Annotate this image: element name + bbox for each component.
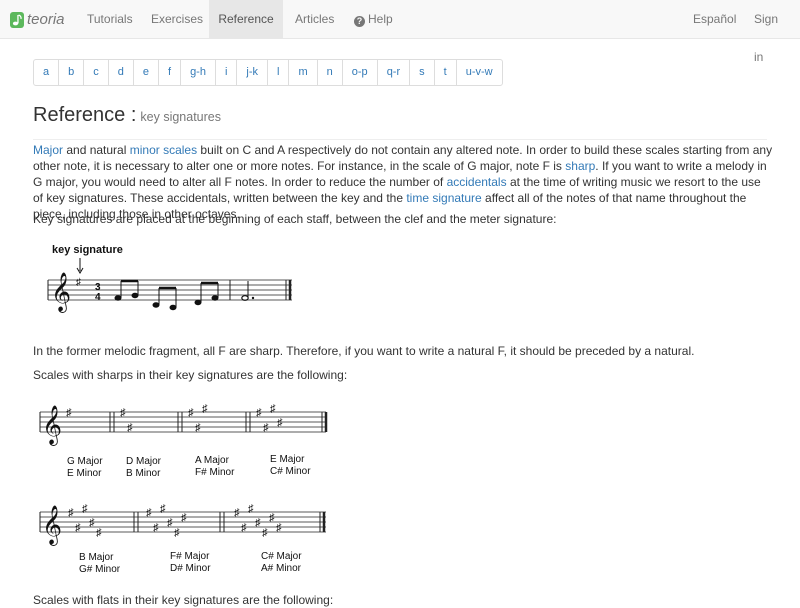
- svg-text:♯: ♯: [248, 503, 254, 515]
- scale-label-major: A Major: [195, 455, 230, 466]
- time-signature-bottom: 4: [95, 292, 101, 303]
- svg-text:♯: ♯: [127, 422, 133, 434]
- svg-text:♯: ♯: [188, 407, 194, 419]
- treble-clef-icon: 𝄞: [42, 406, 62, 446]
- svg-text:♯: ♯: [255, 517, 261, 529]
- scale-label-minor: B Minor: [126, 468, 161, 479]
- flats-intro-paragraph: Scales with flats in their key signature…: [33, 593, 334, 607]
- former-fragment-paragraph: In the former melodic fragment, all F ar…: [33, 344, 695, 358]
- link-major[interactable]: Major: [33, 143, 63, 157]
- svg-text:♯: ♯: [96, 527, 102, 539]
- pager-letter-i[interactable]: i: [214, 60, 236, 85]
- svg-text:♯: ♯: [270, 403, 276, 415]
- pager-letter-u-v-w[interactable]: u-v-w: [455, 60, 502, 85]
- scale-label-minor: A# Minor: [261, 563, 302, 574]
- svg-text:♯: ♯: [89, 517, 95, 529]
- svg-text:♯: ♯: [66, 407, 72, 419]
- sharp-key-signatures-row-2: 𝄞 ♯♯♯♯♯ ♯♯♯♯♯♯ ♯♯♯♯♯♯♯ B Major G# Minor …: [39, 503, 326, 575]
- scale-label-major: F# Major: [170, 551, 210, 562]
- music-note-logo-icon: [10, 11, 24, 28]
- svg-text:♯: ♯: [256, 407, 262, 419]
- pager-letter-c[interactable]: c: [83, 60, 108, 85]
- question-circle-icon: ?: [354, 16, 365, 27]
- svg-text:♯: ♯: [153, 522, 159, 534]
- svg-text:♯: ♯: [241, 522, 247, 534]
- svg-text:♯: ♯: [146, 507, 152, 519]
- svg-text:♯: ♯: [181, 512, 187, 524]
- treble-clef-icon: 𝄞: [51, 273, 71, 313]
- scale-label-major: G Major: [67, 456, 103, 467]
- pager-letter-o-p[interactable]: o-p: [341, 60, 377, 85]
- svg-text:♯: ♯: [202, 403, 208, 415]
- nav-language[interactable]: Español: [680, 0, 749, 38]
- link-accidentals[interactable]: accidentals: [447, 175, 507, 189]
- sharp-key-signatures-row-1: 𝄞 ♯ ♯♯ ♯♯♯ ♯♯♯♯ G Major E Minor D Major …: [39, 403, 328, 479]
- svg-text:♯: ♯: [262, 527, 268, 539]
- intro-paragraph: Major and natural minor scales built on …: [33, 143, 773, 221]
- treble-clef-icon: 𝄞: [42, 506, 62, 546]
- nav-tutorials[interactable]: Tutorials: [74, 0, 146, 38]
- top-navbar: teoria Tutorials Exercises Reference Art…: [0, 0, 800, 64]
- key-signature-example-image: key signature 𝄞 ♯ 3 4: [47, 244, 292, 313]
- pager-letter-t[interactable]: t: [433, 60, 456, 85]
- title-divider: [33, 139, 767, 140]
- svg-text:♯: ♯: [234, 507, 240, 519]
- page-title: Reference : key signatures: [33, 104, 221, 127]
- scale-label-minor: C# Minor: [270, 466, 311, 477]
- nav-help-label: Help: [368, 12, 393, 26]
- nav-exercises[interactable]: Exercises: [138, 0, 216, 38]
- nav-reference[interactable]: Reference: [209, 0, 283, 38]
- pager-letter-f[interactable]: f: [158, 60, 180, 85]
- svg-text:♯: ♯: [263, 422, 269, 434]
- pager-letter-s[interactable]: s: [409, 60, 434, 85]
- svg-text:♯: ♯: [195, 422, 201, 434]
- pager-letter-q-r[interactable]: q-r: [376, 60, 409, 85]
- sharps-intro-paragraph: Scales with sharps in their key signatur…: [33, 368, 348, 382]
- scale-label-minor: D# Minor: [170, 563, 211, 574]
- nav-help[interactable]: ? Help: [341, 0, 406, 38]
- scale-label-minor: F# Minor: [195, 467, 235, 478]
- page-subtitle: key signatures: [140, 110, 221, 124]
- svg-text:♯: ♯: [277, 417, 283, 429]
- scale-label-major: D Major: [126, 456, 162, 467]
- key-signature-label: key signature: [52, 244, 123, 256]
- scale-label-major: C# Major: [261, 551, 302, 562]
- svg-text:♯: ♯: [276, 522, 282, 534]
- scale-label-major: B Major: [79, 552, 114, 563]
- sharp-signs: ♯♯♯♯♯ ♯♯♯♯♯♯ ♯♯♯♯♯♯♯: [68, 503, 282, 539]
- placement-paragraph: Key signatures are placed at the beginni…: [33, 212, 557, 226]
- svg-text:♯: ♯: [174, 527, 180, 539]
- page-title-text: Reference :: [33, 104, 137, 126]
- letter-index-pager: a b c d e f g-h i j-k l m n o-p q-r s t …: [33, 59, 503, 86]
- scale-label-major: E Major: [270, 454, 305, 465]
- nav-signin[interactable]: Sign in: [741, 0, 800, 64]
- pager-letter-n[interactable]: n: [316, 60, 342, 85]
- pager-letter-j-k[interactable]: j-k: [236, 60, 267, 85]
- key-sharp-icon: ♯: [76, 277, 81, 288]
- link-time-signature[interactable]: time signature: [406, 191, 481, 205]
- brand-name: teoria: [27, 11, 65, 28]
- pager-letter-l[interactable]: l: [267, 60, 288, 85]
- brand-link[interactable]: teoria: [10, 10, 65, 29]
- pager-letter-m[interactable]: m: [288, 60, 316, 85]
- svg-text:♯: ♯: [75, 522, 81, 534]
- example-staff: [48, 279, 292, 301]
- svg-text:♯: ♯: [82, 503, 88, 515]
- nav-articles[interactable]: Articles: [282, 0, 347, 38]
- pager-letter-e[interactable]: e: [132, 60, 158, 85]
- pager-letter-d[interactable]: d: [107, 60, 133, 85]
- pager-letter-b[interactable]: b: [58, 60, 83, 85]
- scale-label-minor: G# Minor: [79, 564, 121, 575]
- svg-text:♯: ♯: [167, 517, 173, 529]
- svg-text:♯: ♯: [269, 512, 275, 524]
- svg-text:♯: ♯: [160, 503, 166, 515]
- svg-text:♯: ♯: [120, 407, 126, 419]
- pager-letter-g-h[interactable]: g-h: [180, 60, 215, 85]
- pager-letter-a[interactable]: a: [34, 60, 58, 85]
- svg-text:♯: ♯: [68, 507, 74, 519]
- link-sharp[interactable]: sharp: [565, 159, 595, 173]
- scale-label-minor: E Minor: [67, 468, 102, 479]
- link-minor-scales[interactable]: minor scales: [130, 143, 197, 157]
